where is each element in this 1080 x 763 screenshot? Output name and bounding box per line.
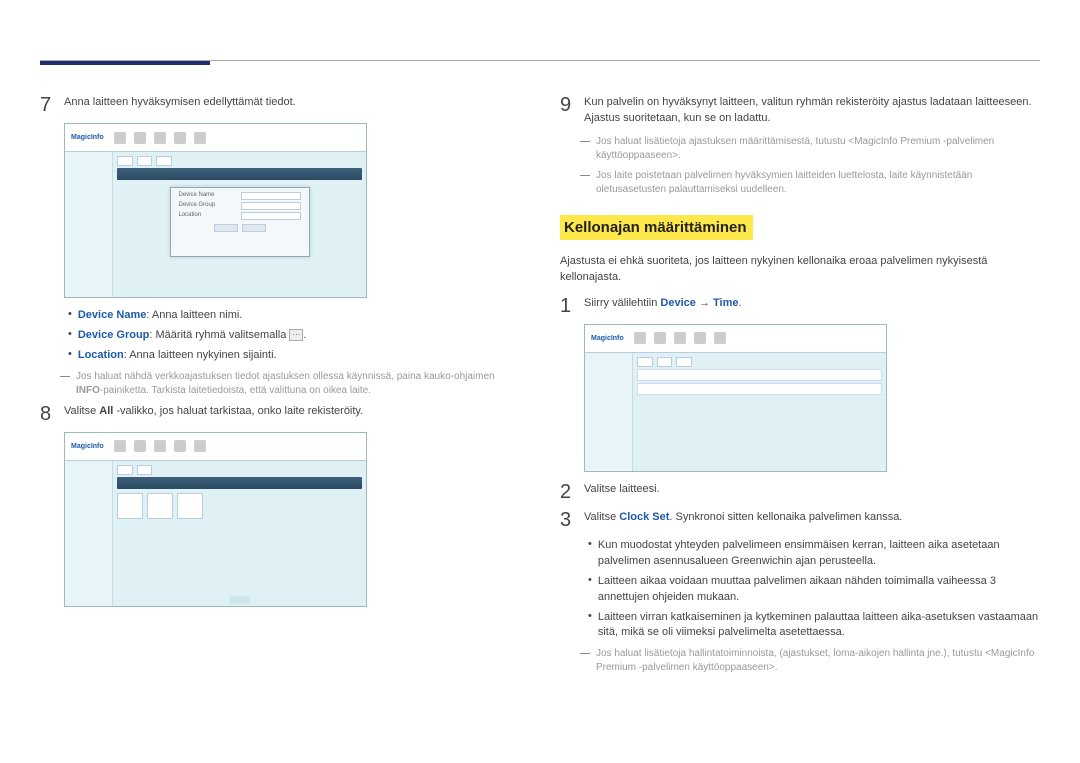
step-time-3: 3 Valitse Clock Set. Synkronoi sitten ke…: [560, 510, 1040, 530]
top-rule: [40, 60, 1040, 61]
mock-icon: [694, 332, 706, 344]
sub-bullet-1: Kun muodostat yhteyden palvelimeen ensim…: [588, 538, 1040, 570]
step-8: 8 Valitse All -valikko, jos haluat tarki…: [40, 404, 520, 424]
note-info: ― Jos haluat nähdä verkkoajastuksen tied…: [60, 370, 520, 398]
mock-icon: [174, 440, 186, 452]
bullet-icon: [588, 610, 592, 622]
step-number: 3: [560, 510, 584, 530]
step-number: 8: [40, 404, 64, 424]
mock-icon: [114, 132, 126, 144]
dash-icon: ―: [60, 370, 70, 398]
section-intro: Ajastusta ei ehkä suoriteta, jos laittee…: [560, 254, 1040, 286]
mock-tab: [117, 156, 133, 166]
sub-bullet-3: Laitteen virran katkaiseminen ja kytkemi…: [588, 610, 1040, 642]
mock-logo: MagicInfo: [591, 335, 624, 342]
mock-tab: [137, 465, 153, 475]
bullet-text: Device Name: Anna laitteen nimi.: [78, 308, 243, 324]
mock-main: [633, 353, 886, 471]
step-time-1: 1 Siirry välilehtiin Device → Time.: [560, 296, 1040, 316]
dash-icon: ―: [580, 169, 590, 197]
mock-main: Device Name Device Group Location: [113, 152, 366, 297]
bullet-text: Laitteen virran katkaiseminen ja kytkemi…: [598, 610, 1040, 642]
bullet-text: Location: Anna laitteen nykyinen sijaint…: [78, 348, 277, 364]
step-text: Siirry välilehtiin Device → Time.: [584, 296, 742, 312]
mock-icon: [154, 132, 166, 144]
bullet-text: Kun muodostat yhteyden palvelimeen ensim…: [598, 538, 1040, 570]
note-text: Jos haluat lisätietoja ajastuksen määrit…: [596, 135, 1040, 163]
mock-icon: [634, 332, 646, 344]
bullet-device-group: Device Group: Määritä ryhmä valitsemalla…: [68, 328, 520, 344]
mock-sidebar: [65, 152, 113, 297]
mock-header-row: [637, 369, 882, 381]
mock-icon: [174, 132, 186, 144]
bullet-icon: [68, 348, 72, 360]
step-text: Valitse Clock Set. Synkronoi sitten kell…: [584, 510, 902, 526]
step-number: 7: [40, 95, 64, 115]
step-9: 9 Kun palvelin on hyväksynyt laitteen, v…: [560, 95, 1040, 127]
left-column: 7 Anna laitteen hyväksymisen edellyttämä…: [40, 95, 520, 681]
step-number: 2: [560, 482, 584, 502]
note-removed: ― Jos laite poistetaan palvelimen hyväks…: [580, 169, 1040, 197]
note-text: Jos laite poistetaan palvelimen hyväksym…: [596, 169, 1040, 197]
mock-icon: [114, 440, 126, 452]
bullet-icon: [68, 328, 72, 340]
screenshot-7: MagicInfo Device Name: [64, 123, 367, 298]
mock-toolbar: [117, 477, 362, 489]
step-7: 7 Anna laitteen hyväksymisen edellyttämä…: [40, 95, 520, 115]
bullet-device-name: Device Name: Anna laitteen nimi.: [68, 308, 520, 324]
step-number: 1: [560, 296, 584, 316]
ellipsis-button-icon: ⋯: [289, 329, 303, 341]
screenshot-time: MagicInfo: [584, 324, 887, 472]
step-text: Anna laitteen hyväksymisen edellyttämät …: [64, 95, 296, 111]
mock-data-row: [637, 383, 882, 395]
mock-main: [113, 461, 366, 606]
footnote: ― Jos haluat lisätietoja hallintatoiminn…: [580, 647, 1040, 675]
mock-thumb: [147, 493, 173, 519]
mock-tab: [156, 156, 172, 166]
mock-tab: [137, 156, 153, 166]
step-time-2: 2 Valitse laitteesi.: [560, 482, 1040, 502]
mock-icon: [134, 132, 146, 144]
right-column: 9 Kun palvelin on hyväksynyt laitteen, v…: [560, 95, 1040, 681]
step-number: 9: [560, 95, 584, 115]
bullet-icon: [68, 308, 72, 320]
dash-icon: ―: [580, 647, 590, 675]
bullet-text: Device Group: Määritä ryhmä valitsemalla…: [78, 328, 307, 344]
mock-icon: [154, 440, 166, 452]
mock-thumb: [177, 493, 203, 519]
dash-icon: ―: [580, 135, 590, 163]
mock-tab: [657, 357, 673, 367]
mock-logo: MagicInfo: [71, 443, 104, 450]
mock-tab: [637, 357, 653, 367]
mock-sidebar: [65, 461, 113, 606]
mock-icon: [674, 332, 686, 344]
step-text: Valitse laitteesi.: [584, 482, 660, 498]
mock-tab: [676, 357, 692, 367]
note-text: Jos haluat lisätietoja hallintatoiminnoi…: [596, 647, 1040, 675]
note-schedule: ― Jos haluat lisätietoja ajastuksen määr…: [580, 135, 1040, 163]
mock-icon: [194, 440, 206, 452]
screenshot-8: MagicInfo: [64, 432, 367, 607]
mock-logo: MagicInfo: [71, 134, 104, 141]
bullet-icon: [588, 538, 592, 550]
mock-sidebar: [585, 353, 633, 471]
mock-icon: [134, 440, 146, 452]
mock-toolbar: [117, 168, 362, 180]
bullet-icon: [588, 574, 592, 586]
sub-bullet-2: Laitteen aikaa voidaan muuttaa palvelime…: [588, 574, 1040, 606]
mock-icon: [654, 332, 666, 344]
mock-icon: [714, 332, 726, 344]
mock-tab: [117, 465, 133, 475]
mock-icon: [194, 132, 206, 144]
mock-dialog: Device Name Device Group Location: [170, 187, 310, 257]
bullet-text: Laitteen aikaa voidaan muuttaa palvelime…: [598, 574, 1040, 606]
mock-thumb: [117, 493, 143, 519]
bullet-location: Location: Anna laitteen nykyinen sijaint…: [68, 348, 520, 364]
section-heading: Kellonajan määrittäminen: [560, 215, 753, 240]
step-text: Kun palvelin on hyväksynyt laitteen, val…: [584, 95, 1040, 127]
step-text: Valitse All -valikko, jos haluat tarkist…: [64, 404, 363, 420]
note-text: Jos haluat nähdä verkkoajastuksen tiedot…: [76, 370, 520, 398]
mock-pager: [229, 596, 251, 604]
